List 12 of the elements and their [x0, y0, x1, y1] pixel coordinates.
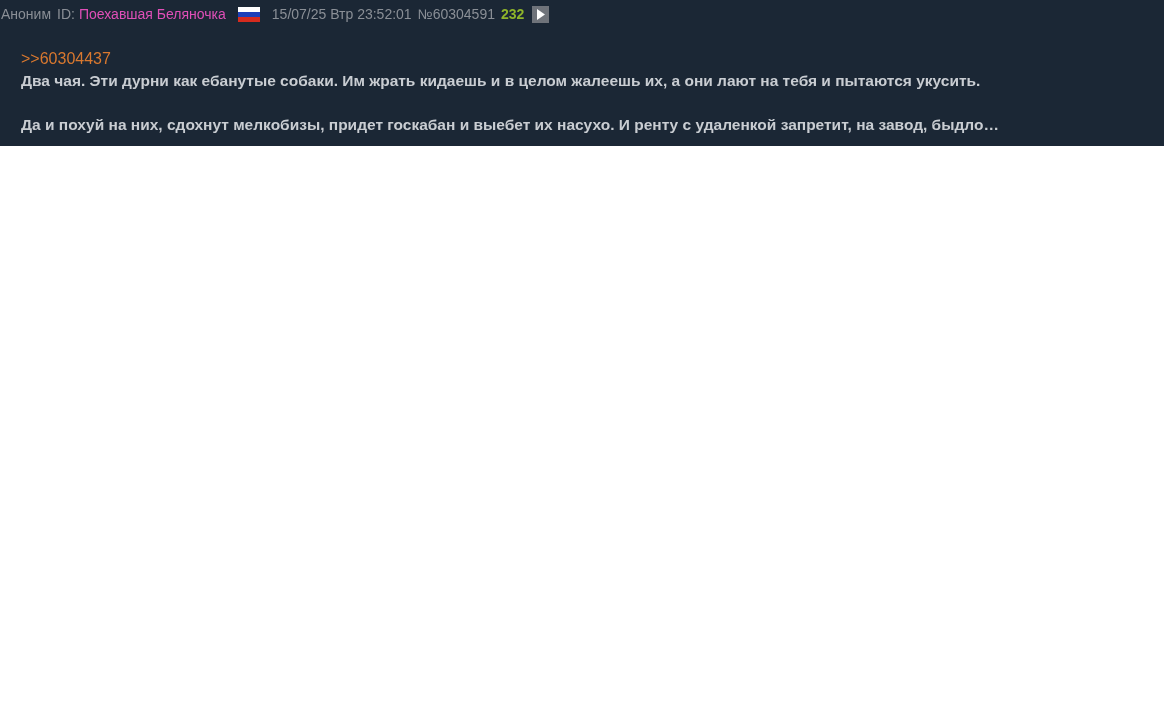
post-paragraph: Два чая. Эти дурни как ебанутые собаки. Им жрать кидаешь и в целом жалеешь их, а они лают на тебя и пытаются укусить. — [21, 71, 981, 91]
post-paragraph: Да и похуй на них, сдохнут мелкобизы, придет госкабан и выебет их насухо. И ренту с удаленкой запретит, на завод, быдло… — [21, 115, 999, 135]
post-count: 232 — [500, 6, 525, 22]
post-date: 15/07/25 Втр 23:52:01 — [271, 6, 412, 22]
post-number[interactable]: №60304591 — [417, 6, 495, 22]
poster-id: Поехавшая Беляночка — [78, 6, 226, 22]
author-name: Аноним — [1, 6, 52, 22]
play-button[interactable] — [532, 5, 550, 23]
flag-icon — [237, 6, 260, 22]
id-label: ID: — [57, 6, 75, 22]
play-icon — [536, 8, 546, 20]
reply-link[interactable]: >>60304437 — [21, 48, 111, 70]
